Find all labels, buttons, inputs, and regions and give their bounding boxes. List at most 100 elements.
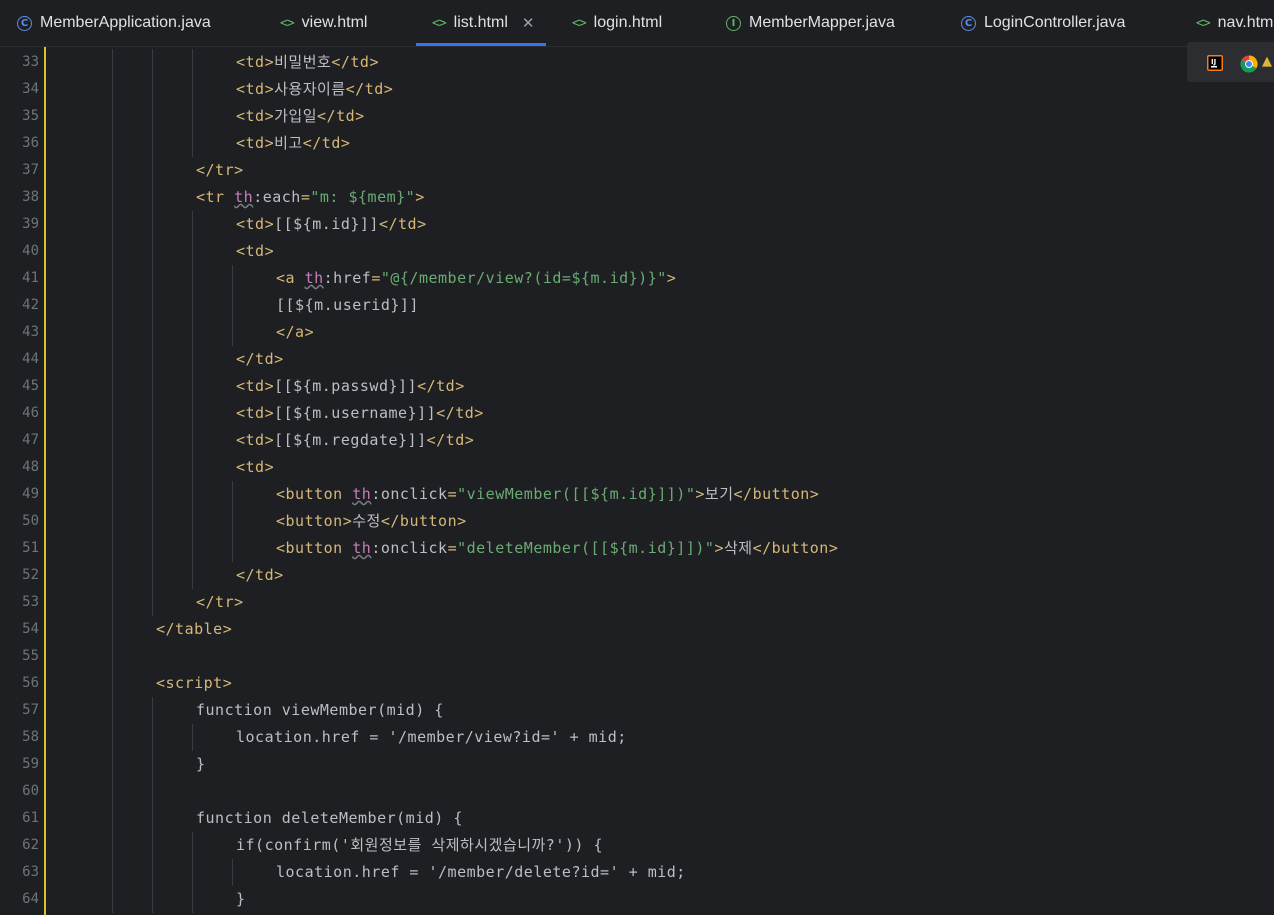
tab-memberapplication-java[interactable]: C MemberApplication.java — [17, 0, 211, 46]
code-line[interactable]: 41 <a th:href="@{/member/view?(id=${m.id}… — [0, 265, 1180, 292]
code-line[interactable]: 63 location.href = '/member/delete?id=' +… — [0, 859, 1180, 886]
code-text: </a> — [276, 319, 314, 346]
class-icon: C — [17, 15, 32, 31]
code-token-tag: = — [300, 188, 311, 206]
tab-membermapper-java[interactable]: I MemberMapper.java — [726, 0, 895, 46]
code-token-string: "deleteMember([[${m.id}]])" — [457, 539, 715, 557]
html-icon: <> — [432, 15, 447, 31]
code-token-plain: 비밀번호 — [274, 53, 332, 71]
tab-nav-htm[interactable]: <> nav.htm — [1196, 0, 1273, 46]
code-text: <td>[[${m.regdate}]]</td> — [236, 427, 474, 454]
code-token-tag: <a — [276, 269, 305, 287]
code-line[interactable]: 48 <td> — [0, 454, 1180, 481]
code-line[interactable]: 50 <button>수정</button> — [0, 508, 1180, 535]
code-line[interactable]: 59} — [0, 751, 1180, 778]
code-token-tag: </td> — [436, 404, 484, 422]
code-line[interactable]: 34 <td>사용자이름</td> — [0, 76, 1180, 103]
code-token-string: "@{/member/view?(id=${m.id})}" — [380, 269, 667, 287]
code-text: location.href = '/member/delete?id=' + m… — [276, 859, 686, 886]
code-line[interactable]: 43 </a> — [0, 319, 1180, 346]
code-text: location.href = '/member/view?id=' + mid… — [236, 724, 627, 751]
code-token-tag: </td> — [302, 134, 351, 152]
code-line[interactable]: 37 </tr> — [0, 157, 1180, 184]
code-token-tag: </tr> — [196, 161, 244, 179]
line-number: 33 — [22, 54, 39, 70]
code-line[interactable]: 36 <td>비고</td> — [0, 130, 1180, 157]
code-line[interactable]: 45 <td>[[${m.passwd}]]</td> — [0, 373, 1180, 400]
code-line[interactable]: 61 function deleteMember(mid) { — [0, 805, 1180, 832]
code-token-tag: <td> — [236, 53, 275, 71]
warning-icon[interactable]: ▲ — [1262, 54, 1272, 69]
code-line[interactable]: 35 <td>가입일</td> — [0, 103, 1180, 130]
code-token-tag: <td> — [236, 107, 275, 125]
code-line[interactable]: 60 — [0, 778, 1180, 805]
line-number: 53 — [22, 594, 39, 610]
line-number: 37 — [22, 162, 39, 178]
code-line[interactable]: 54 </table> — [0, 616, 1180, 643]
code-token-plain: } — [236, 890, 246, 908]
code-token-tag: <td> — [236, 377, 275, 395]
line-number: 57 — [22, 702, 39, 718]
tab-label: LoginController.java — [984, 14, 1126, 31]
code-line[interactable]: 64} — [0, 886, 1180, 913]
code-token-tag: <button> — [276, 512, 353, 530]
intellij-browser-icon[interactable]: IJ — [1207, 55, 1223, 71]
code-token-plain: 삭제 — [723, 539, 753, 557]
code-text: </tr> — [196, 589, 244, 616]
code-text: [[${m.userid}]] — [276, 292, 419, 319]
code-token-tag: <td> — [236, 80, 275, 98]
line-number: 64 — [22, 891, 39, 907]
code-text: } — [196, 751, 206, 778]
code-token-tag: <td> — [236, 431, 275, 449]
code-line[interactable]: 46 <td>[[${m.username}]]</td> — [0, 400, 1180, 427]
code-token-tag: <tr — [196, 188, 235, 206]
code-token-tag: </button> — [752, 539, 839, 557]
line-number: 54 — [22, 621, 39, 637]
code-editor[interactable]: 33 <td>비밀번호</td> 34 <td>사용자이름</td> 35 <td>가입일… — [0, 47, 1274, 915]
line-number: 61 — [22, 810, 39, 826]
editor-tab-bar: C MemberApplication.java <> view.html <> list… — [0, 0, 1274, 47]
line-number: 62 — [22, 837, 39, 853]
code-line[interactable]: 44 </td> — [0, 346, 1180, 373]
code-token-tag: > — [714, 539, 724, 557]
line-number: 44 — [22, 351, 39, 367]
code-line[interactable]: 40 <td> — [0, 238, 1180, 265]
code-line[interactable]: 55 — [0, 643, 1180, 670]
code-line[interactable]: 52 </td> — [0, 562, 1180, 589]
line-number: 49 — [22, 486, 39, 502]
code-line[interactable]: 56 <script> — [0, 670, 1180, 697]
code-line[interactable]: 57 function viewMember(mid) { — [0, 697, 1180, 724]
code-line[interactable]: 47 <td>[[${m.regdate}]]</td> — [0, 427, 1180, 454]
line-number: 50 — [22, 513, 39, 529]
code-line[interactable]: 49 <button th:onclick="viewMember([[${m.i… — [0, 481, 1180, 508]
html-icon: <> — [280, 15, 295, 31]
chrome-browser-icon[interactable] — [1240, 55, 1258, 73]
code-token-plain: if(confirm('회원정보를 삭제하시겠습니까?')) { — [236, 836, 603, 854]
code-text: </table> — [156, 616, 232, 643]
code-token-plain: [[${m.userid}]] — [276, 296, 419, 314]
tab-list-html[interactable]: <> list.html ✕ — [416, 0, 547, 46]
line-number: 45 — [22, 378, 39, 394]
code-token-tag: <td> — [236, 458, 275, 476]
tab-view-html[interactable]: <> view.html — [280, 0, 367, 46]
line-number: 39 — [22, 216, 39, 232]
tab-logincontroller-java[interactable]: C LoginController.java — [961, 0, 1125, 46]
code-line[interactable]: 42 [[${m.userid}]] — [0, 292, 1180, 319]
code-line[interactable]: 58 location.href = '/member/view?id=' + m… — [0, 724, 1180, 751]
code-line[interactable]: 38 <tr th:each="m: ${mem}"> — [0, 184, 1180, 211]
code-token-tag: <script> — [156, 674, 233, 692]
close-tab-icon[interactable]: ✕ — [522, 14, 535, 32]
code-line[interactable]: 33 <td>비밀번호</td> — [0, 49, 1180, 76]
code-line[interactable]: 53 </tr> — [0, 589, 1180, 616]
line-number: 42 — [22, 297, 39, 313]
code-line[interactable]: 62 if(confirm('회원정보를 삭제하시겠습니까?')) { — [0, 832, 1180, 859]
code-text: } — [236, 886, 246, 913]
code-token-tag: </button> — [733, 485, 820, 503]
code-line[interactable]: 39 <td>[[${m.id}]]</td> — [0, 211, 1180, 238]
code-token-tag: > — [695, 485, 705, 503]
line-number: 51 — [22, 540, 39, 556]
code-token-tag: = — [447, 485, 458, 503]
code-line[interactable]: 51 <button th:onclick="deleteMember([[${m… — [0, 535, 1180, 562]
line-number: 48 — [22, 459, 39, 475]
tab-login-html[interactable]: <> login.html — [572, 0, 662, 46]
